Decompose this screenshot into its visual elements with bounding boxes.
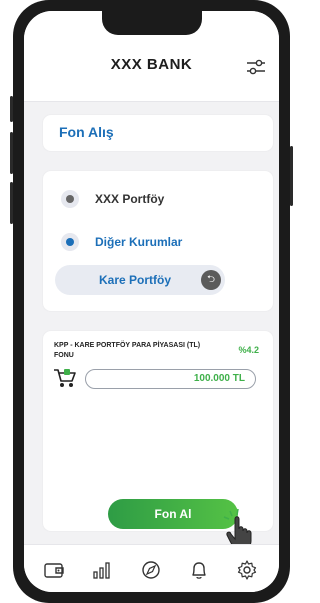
phone-screen: XXX BANK Fon Alış XXX Portföy Diğer Kuru…: [24, 11, 279, 592]
bell-icon[interactable]: [188, 559, 210, 581]
arrow-circle-icon[interactable]: ⮌: [201, 270, 221, 290]
radio-button[interactable]: [61, 233, 79, 251]
institution-selector[interactable]: Kare Portföy ⮌: [55, 265, 225, 295]
buy-fund-button[interactable]: Fon Al: [108, 499, 238, 529]
cart-icon: [54, 369, 76, 387]
radio-button[interactable]: [61, 190, 79, 208]
option-label: XXX Portföy: [95, 192, 165, 206]
volume-down-button: [10, 182, 13, 224]
compass-icon[interactable]: [140, 559, 162, 581]
amount-value: 100.000 TL: [193, 373, 245, 384]
side-button: [10, 96, 13, 122]
amount-input[interactable]: 100.000 TL: [85, 369, 256, 389]
option-diger-kurumlar[interactable]: Diğer Kurumlar: [61, 232, 182, 252]
fund-rate: %4.2: [238, 345, 259, 355]
volume-up-button: [10, 132, 13, 174]
app-title: XXX BANK: [110, 56, 193, 73]
source-selection-card: XXX Portföy Diğer Kurumlar Kare Portföy …: [43, 171, 273, 311]
wallet-icon[interactable]: [43, 559, 65, 581]
fund-name: KPP - KARE PORTFÖY PARA PİYASASI (TL) FO…: [54, 342, 201, 359]
gear-icon[interactable]: [236, 559, 258, 581]
option-label: Diğer Kurumlar: [95, 235, 183, 249]
phone-notch: [102, 11, 202, 35]
option-xxx-portfoy[interactable]: XXX Portföy: [61, 189, 164, 209]
institution-label: Kare Portföy: [99, 273, 172, 287]
sliders-icon[interactable]: [245, 57, 267, 77]
chart-icon[interactable]: [91, 559, 113, 581]
bottom-tab-bar: [24, 544, 279, 592]
power-button: [290, 146, 293, 206]
page-title: Fon Alış: [59, 124, 114, 140]
page-title-card: Fon Alış: [43, 115, 273, 151]
phone-frame: XXX BANK Fon Alış XXX Portföy Diğer Kuru…: [10, 0, 293, 603]
